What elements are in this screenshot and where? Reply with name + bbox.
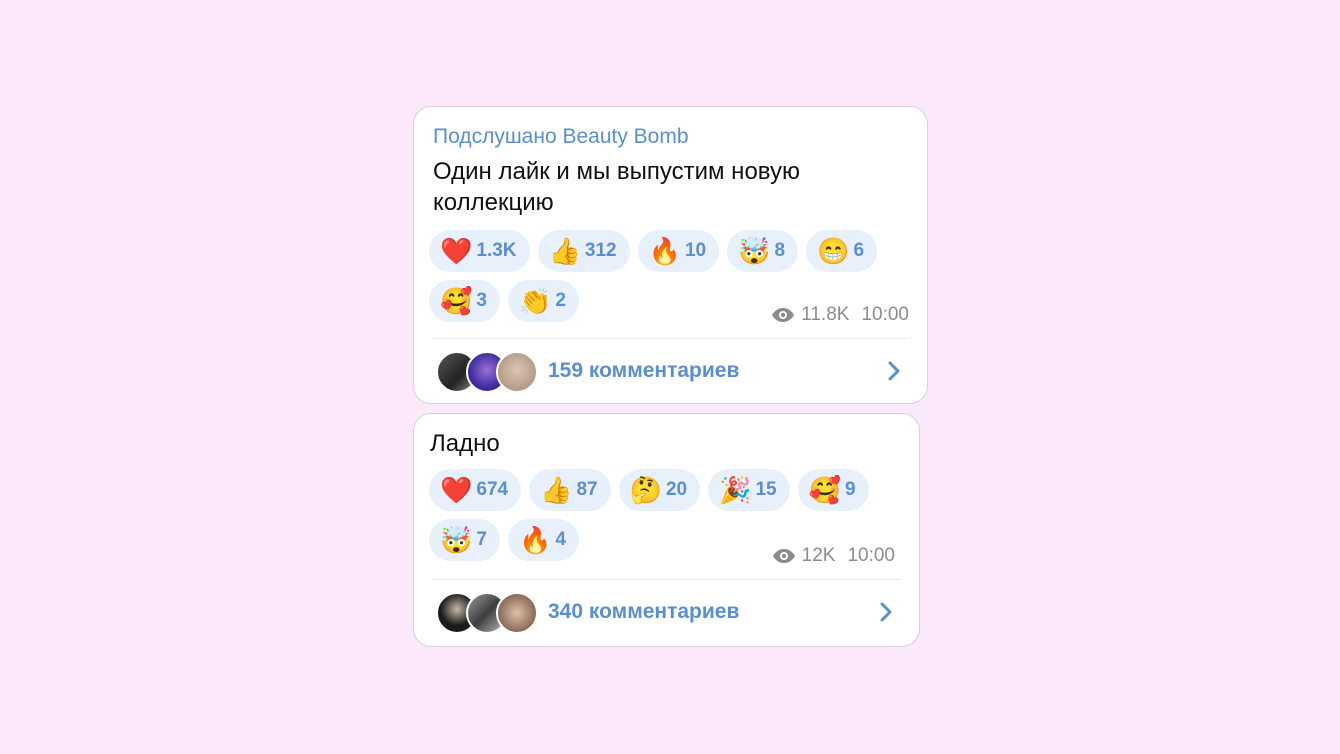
comments-count-label: 159 комментариев bbox=[548, 359, 740, 382]
smiling-hearts-icon: 🥰 bbox=[808, 475, 841, 505]
reaction-count: 312 bbox=[584, 240, 617, 261]
reaction-smiling-hearts[interactable]: 🥰 9 bbox=[797, 469, 869, 511]
heart-icon: ❤️ bbox=[440, 475, 473, 505]
channel-name[interactable]: Подслушано Beauty Bomb bbox=[433, 125, 689, 149]
heart-icon: ❤️ bbox=[440, 236, 473, 266]
thumbs-up-icon: 👍 bbox=[540, 475, 573, 505]
clap-icon: 👏 bbox=[518, 286, 552, 316]
chevron-right-icon bbox=[888, 361, 900, 381]
post-time: 10:00 bbox=[861, 304, 909, 325]
reaction-count: 674 bbox=[476, 479, 509, 500]
reaction-thumbs-up[interactable]: 👍 312 bbox=[537, 230, 630, 272]
thumbs-up-icon: 👍 bbox=[548, 236, 581, 266]
reaction-count: 15 bbox=[755, 479, 777, 500]
avatar bbox=[496, 351, 538, 393]
commenter-avatars bbox=[436, 351, 538, 393]
post-meta: 11.8K 10:00 bbox=[771, 304, 909, 326]
mind-blown-icon: 🤯 bbox=[440, 525, 473, 555]
comments-button[interactable]: 159 комментариев bbox=[436, 348, 909, 394]
divider bbox=[432, 579, 901, 580]
post-text: Один лайк и мы выпустим новую коллекцию bbox=[433, 158, 801, 216]
post-meta: 12K 10:00 bbox=[772, 545, 895, 567]
view-count: 12K bbox=[801, 545, 836, 566]
channel-post-1: Подслушано Beauty Bomb Один лайк и мы вы… bbox=[413, 106, 928, 404]
reaction-count: 8 bbox=[774, 240, 786, 261]
fire-icon: 🔥 bbox=[648, 236, 681, 266]
fire-icon: 🔥 bbox=[518, 525, 552, 555]
reaction-count: 2 bbox=[555, 290, 566, 311]
reaction-clap[interactable]: 👏 2 bbox=[507, 280, 579, 322]
post-text: Ладно bbox=[430, 430, 500, 457]
reaction-count: 6 bbox=[853, 240, 865, 261]
eye-icon bbox=[772, 308, 795, 322]
divider bbox=[432, 338, 909, 339]
commenter-avatars bbox=[436, 592, 538, 634]
party-popper-icon: 🎉 bbox=[719, 475, 752, 505]
reaction-party[interactable]: 🎉 15 bbox=[708, 469, 790, 511]
reaction-thumbs-up[interactable]: 👍 87 bbox=[529, 469, 611, 511]
reaction-fire[interactable]: 🔥 10 bbox=[637, 230, 720, 272]
reaction-heart[interactable]: ❤️ 674 bbox=[429, 469, 522, 511]
grin-icon: 😁 bbox=[817, 236, 850, 266]
mind-blown-icon: 🤯 bbox=[738, 236, 771, 266]
post-time: 10:00 bbox=[847, 545, 895, 566]
chevron-right-icon bbox=[880, 602, 892, 622]
reaction-count: 7 bbox=[476, 529, 487, 550]
reaction-count: 4 bbox=[555, 529, 566, 550]
eye-icon bbox=[772, 549, 795, 563]
reaction-count: 9 bbox=[845, 479, 856, 500]
reaction-fire[interactable]: 🔥 4 bbox=[507, 519, 579, 561]
smiling-hearts-icon: 🥰 bbox=[440, 286, 473, 316]
channel-post-2: Ладно ❤️ 674 👍 87 🤔 20 🎉 15 🥰 9 🤯 7 🔥 4 12K 10:… bbox=[413, 413, 920, 647]
reaction-count: 20 bbox=[665, 479, 688, 500]
reaction-count: 3 bbox=[476, 290, 487, 311]
reaction-smiling-hearts[interactable]: 🥰 3 bbox=[429, 280, 500, 322]
reaction-count: 10 bbox=[684, 240, 707, 261]
thinking-icon: 🤔 bbox=[629, 475, 662, 505]
reaction-mind-blown[interactable]: 🤯 8 bbox=[727, 230, 799, 272]
comments-button[interactable]: 340 комментариев bbox=[436, 589, 901, 635]
reaction-grin[interactable]: 😁 6 bbox=[806, 230, 878, 272]
comments-count-label: 340 комментариев bbox=[548, 600, 740, 623]
reaction-count: 1.3K bbox=[476, 240, 517, 261]
reaction-mind-blown[interactable]: 🤯 7 bbox=[429, 519, 500, 561]
reaction-count: 87 bbox=[576, 479, 598, 500]
view-count: 11.8K bbox=[801, 304, 850, 325]
reaction-heart[interactable]: ❤️ 1.3K bbox=[429, 230, 530, 272]
reaction-thinking[interactable]: 🤔 20 bbox=[618, 469, 701, 511]
avatar bbox=[496, 592, 538, 634]
